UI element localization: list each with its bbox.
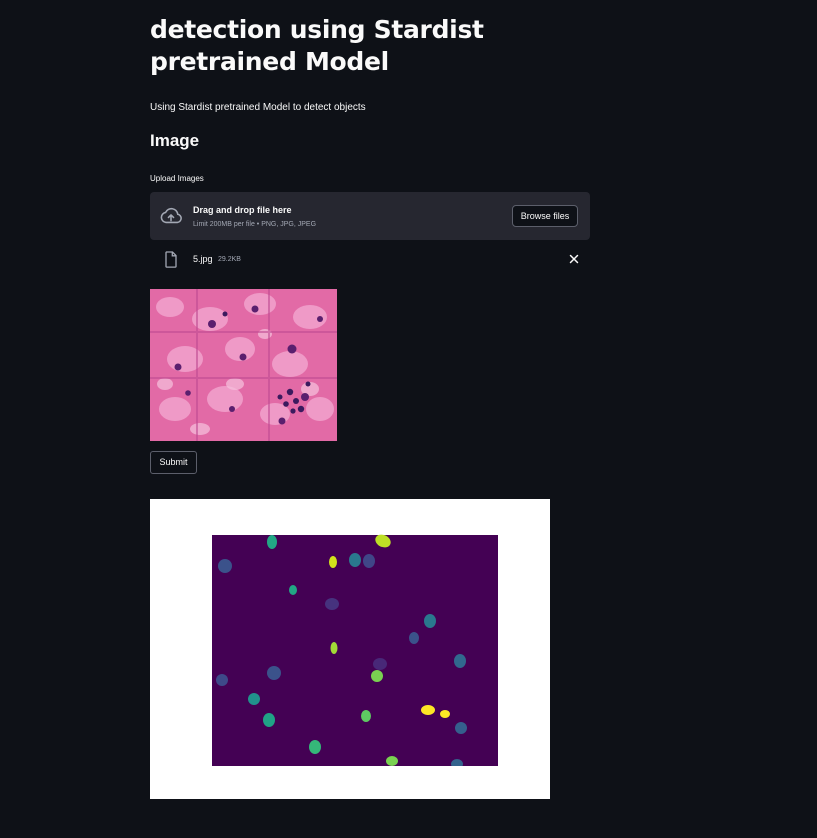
submit-button[interactable]: Submit bbox=[150, 451, 197, 474]
close-icon[interactable] bbox=[567, 252, 581, 266]
label-map-plot bbox=[212, 534, 498, 776]
file-icon bbox=[165, 251, 177, 268]
label-map-background bbox=[212, 535, 498, 766]
file-limit-text: Limit 200MB per file • PNG, JPG, JPEG bbox=[193, 221, 317, 228]
histology-image bbox=[150, 289, 337, 441]
page-subtitle: Using Stardist pretrained Model to detec… bbox=[150, 102, 366, 113]
file-name: 5.jpg bbox=[193, 254, 213, 264]
result-figure bbox=[150, 499, 550, 799]
cloud-upload-icon bbox=[160, 207, 182, 224]
file-dropzone[interactable]: Drag and drop file here Limit 200MB per … bbox=[150, 192, 590, 240]
page-title: detection using Stardist pretrained Mode… bbox=[150, 15, 484, 76]
uploaded-image-preview bbox=[150, 289, 337, 441]
upload-images-label: Upload Images bbox=[150, 174, 204, 183]
drop-instructions: Drag and drop file here bbox=[193, 205, 292, 215]
browse-files-button[interactable]: Browse files bbox=[512, 205, 578, 227]
file-size: 29.2KB bbox=[218, 256, 241, 263]
uploaded-file-row: 5.jpg 29.2KB bbox=[150, 248, 590, 270]
image-section-heading: Image bbox=[150, 131, 200, 150]
